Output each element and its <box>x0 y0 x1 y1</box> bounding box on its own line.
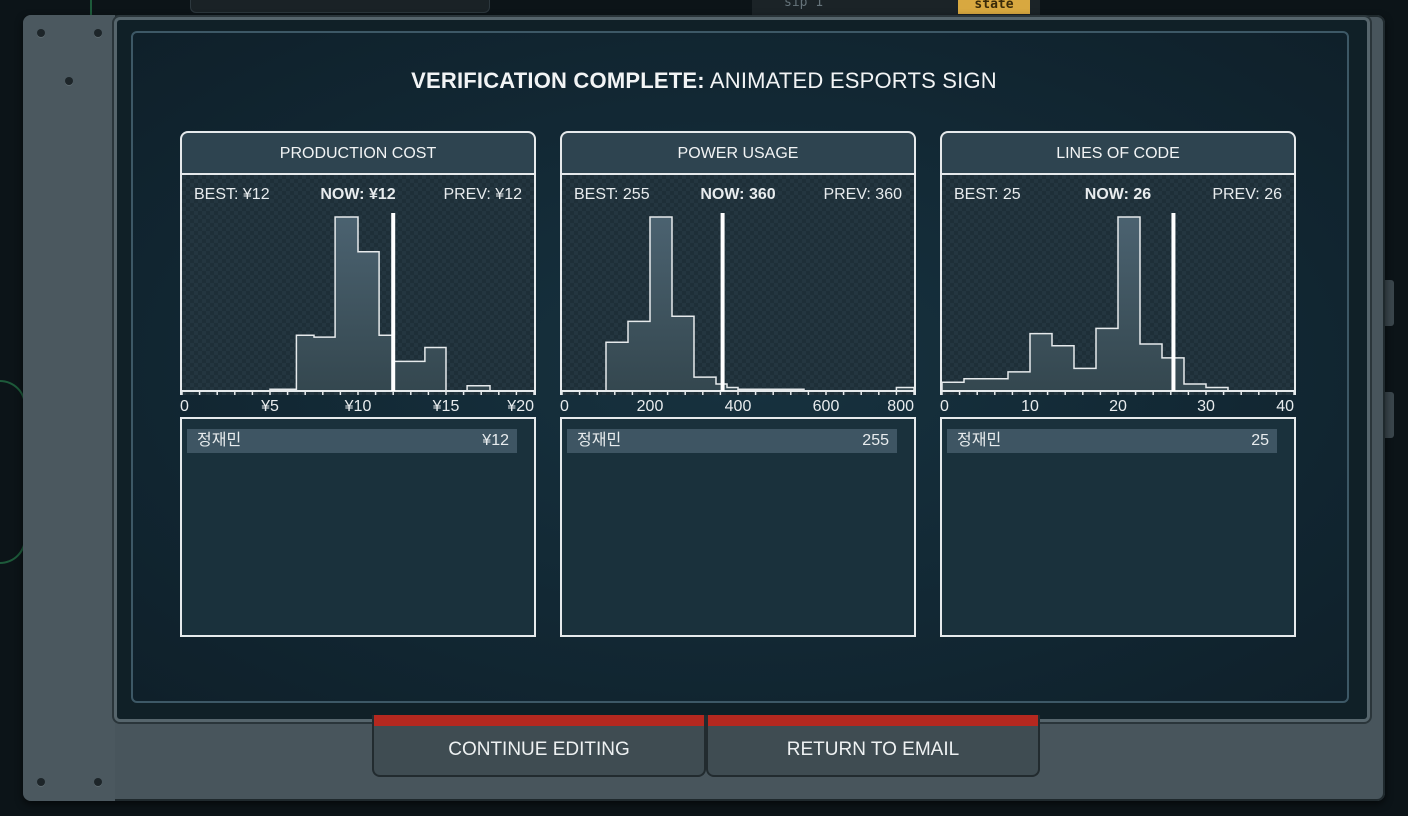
histogram-bars <box>182 216 534 392</box>
leaderboard-name: 정재민 <box>957 432 1002 449</box>
axis-tick-label: 0 <box>940 398 949 415</box>
axis-labels: 0 ¥5 ¥10 ¥15 ¥20 <box>180 395 536 417</box>
histogram-svg <box>942 213 1294 395</box>
axis-tick-label: 40 <box>1276 398 1294 415</box>
button-label: CONTINUE EDITING <box>448 739 630 760</box>
title-status: VERIFICATION COMPLETE: <box>411 68 705 93</box>
screw-icon <box>37 29 45 37</box>
leaderboard-row[interactable]: 정재민 25 <box>947 429 1277 453</box>
axis-labels: 0 10 20 30 40 <box>940 395 1296 417</box>
leaderboard-list[interactable]: 정재민 25 <box>940 417 1296 637</box>
axis-tick-label: 200 <box>636 398 664 415</box>
metric-production-cost: PRODUCTION COST BEST: ¥12 NOW: ¥12 PREV:… <box>180 131 536 637</box>
metric-header: LINES OF CODE <box>940 131 1296 173</box>
leaderboard-name: 정재민 <box>577 432 622 449</box>
axis-tick-label: 800 <box>887 398 914 415</box>
leaderboard-row[interactable]: 정재민 255 <box>567 429 897 453</box>
button-accent-stripe <box>708 715 1038 726</box>
metric-power-usage: POWER USAGE BEST: 255 NOW: 360 PREV: 360… <box>560 131 916 637</box>
dialog-title: VERIFICATION COMPLETE: ANIMATED ESPORTS … <box>0 68 1408 94</box>
continue-editing-button[interactable]: CONTINUE EDITING <box>372 715 706 777</box>
stat-prev: PREV: 360 <box>823 186 902 203</box>
background-code-text: sip 1 <box>784 0 824 10</box>
axis-tick-label: 20 <box>1109 398 1127 415</box>
histogram-chart: BEST: ¥12 NOW: ¥12 PREV: ¥12 <box>180 173 536 395</box>
histogram-bars <box>562 216 914 392</box>
metric-stats: BEST: ¥12 NOW: ¥12 PREV: ¥12 <box>194 186 522 206</box>
background-state-tag: state <box>958 0 1030 14</box>
stat-prev: PREV: ¥12 <box>443 186 522 203</box>
axis-tick-label: 0 <box>560 398 569 415</box>
leaderboard-value: ¥12 <box>482 432 509 449</box>
axis-tick-label: 0 <box>180 398 189 415</box>
screw-icon <box>94 778 102 786</box>
return-to-email-button[interactable]: RETURN TO EMAIL <box>706 715 1040 777</box>
leaderboard-name: 정재민 <box>197 432 242 449</box>
axis-tick-label: 400 <box>724 398 752 415</box>
histogram-chart: BEST: 25 NOW: 26 PREV: 26 <box>940 173 1296 395</box>
button-accent-stripe <box>374 715 704 726</box>
metric-stats: BEST: 255 NOW: 360 PREV: 360 <box>574 186 902 206</box>
histogram-bars <box>942 216 1294 392</box>
axis-labels: 0 200 400 600 800 <box>560 395 916 417</box>
metric-stats: BEST: 25 NOW: 26 PREV: 26 <box>954 186 1282 206</box>
axis-tick-label: ¥15 <box>432 398 460 415</box>
histogram-svg <box>182 213 534 395</box>
axis-tick-label: ¥5 <box>261 398 279 415</box>
button-label: RETURN TO EMAIL <box>786 739 960 760</box>
leaderboard-row[interactable]: 정재민 ¥12 <box>187 429 517 453</box>
leaderboard-value: 255 <box>862 432 889 449</box>
leaderboard-list[interactable]: 정재민 ¥12 <box>180 417 536 637</box>
metric-header: POWER USAGE <box>560 131 916 173</box>
leaderboard-value: 25 <box>1251 432 1269 449</box>
screw-icon <box>94 29 102 37</box>
axis-tick-label: 600 <box>812 398 840 415</box>
metric-header: PRODUCTION COST <box>180 131 536 173</box>
axis-tick-label: ¥10 <box>344 398 372 415</box>
histogram-chart: BEST: 255 NOW: 360 PREV: 360 <box>560 173 916 395</box>
axis-tick-label: 30 <box>1197 398 1215 415</box>
metric-lines-of-code: LINES OF CODE BEST: 25 NOW: 26 PREV: 26 … <box>940 131 1296 637</box>
axis-tick-label: ¥20 <box>507 398 534 415</box>
dialog-frame-rail <box>23 15 115 801</box>
stat-prev: PREV: 26 <box>1212 186 1282 203</box>
leaderboard-list[interactable]: 정재민 255 <box>560 417 916 637</box>
axis-tick-label: 10 <box>1021 398 1039 415</box>
background-panel <box>190 0 490 13</box>
histogram-svg <box>562 213 914 395</box>
title-puzzle-name: ANIMATED ESPORTS SIGN <box>709 68 997 93</box>
screw-icon <box>37 778 45 786</box>
